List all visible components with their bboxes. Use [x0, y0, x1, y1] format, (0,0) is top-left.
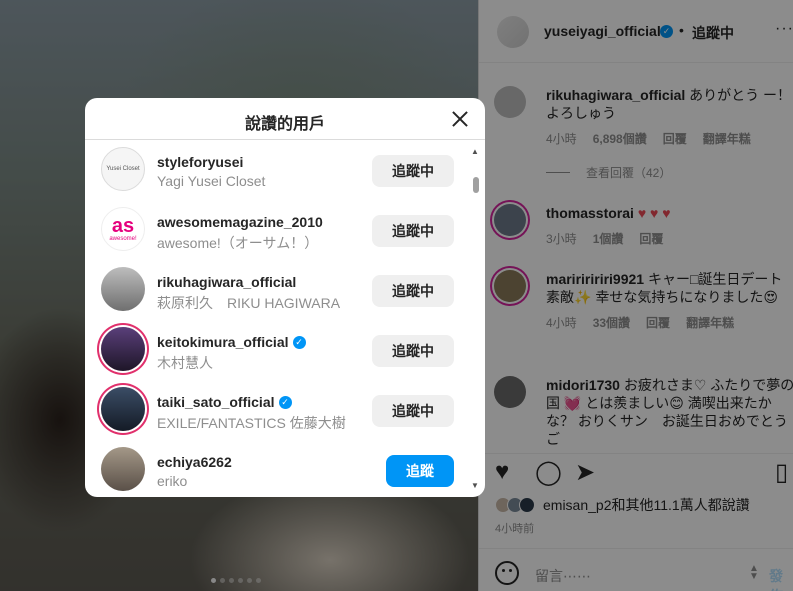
list-item: Yusei Closet styleforyusei Yagi Yusei Cl… — [85, 141, 470, 201]
user-avatar[interactable] — [101, 327, 145, 371]
following-button[interactable]: 追蹤中 — [372, 275, 454, 307]
user-username[interactable]: echiya6262 — [157, 454, 232, 470]
awesome-logo: as — [111, 214, 135, 237]
following-button[interactable]: 追蹤中 — [372, 155, 454, 187]
user-username[interactable]: rikuhagiwara_official — [157, 274, 296, 290]
user-avatar[interactable] — [101, 387, 145, 431]
user-fullname: awesome!（オーサム！） — [157, 235, 319, 251]
username-text: awesomemagazine_2010 — [157, 214, 323, 230]
user-avatar[interactable]: as awesome! — [101, 207, 145, 251]
user-fullname: EXILE/FANTASTICS 佐藤大樹 — [157, 415, 346, 431]
list-item: echiya6262 eriko 追蹤 — [85, 441, 470, 497]
follow-button[interactable]: 追蹤 — [386, 455, 454, 487]
scroll-down-icon[interactable]: ▼ — [471, 481, 479, 490]
likes-modal: 說讚的用戶 Yusei Closet styleforyusei Yagi Yu… — [85, 98, 485, 497]
following-button[interactable]: 追蹤中 — [372, 335, 454, 367]
username-text: styleforyusei — [157, 154, 244, 170]
user-avatar[interactable] — [101, 447, 145, 491]
list-item: taiki_sato_official ✓ EXILE/FANTASTICS 佐… — [85, 381, 470, 441]
user-fullname: eriko — [157, 473, 188, 489]
scroll-thumb[interactable] — [473, 177, 479, 193]
verified-badge-icon: ✓ — [292, 335, 306, 349]
username-text: taiki_sato_official — [157, 394, 275, 410]
user-fullname: 木村慧人 — [157, 355, 213, 371]
user-fullname: 萩原利久 RIKU HAGIWARA — [157, 295, 341, 311]
username-text: keitokimura_official — [157, 334, 289, 350]
closet-logo: Yusei Closet — [106, 166, 140, 172]
verified-badge-icon: ✓ — [278, 395, 292, 409]
liked-users-list: Yusei Closet styleforyusei Yagi Yusei Cl… — [85, 141, 485, 497]
following-button[interactable]: 追蹤中 — [372, 395, 454, 427]
following-button[interactable]: 追蹤中 — [372, 215, 454, 247]
user-username[interactable]: styleforyusei — [157, 154, 243, 170]
awesome-logo-sub: awesome! — [109, 235, 137, 242]
user-avatar[interactable]: Yusei Closet — [101, 147, 145, 191]
modal-scrollbar[interactable]: ▲ ▼ — [471, 147, 481, 490]
user-avatar[interactable] — [101, 267, 145, 311]
user-fullname: Yagi Yusei Closet — [157, 173, 266, 189]
list-item: rikuhagiwara_official 萩原利久 RIKU HAGIWARA… — [85, 261, 470, 321]
modal-title: 說讚的用戶 — [244, 116, 325, 133]
user-username[interactable]: taiki_sato_official ✓ — [157, 394, 292, 410]
username-text: echiya6262 — [157, 454, 232, 470]
scroll-up-icon[interactable]: ▲ — [471, 147, 479, 156]
close-icon[interactable] — [449, 108, 471, 130]
modal-header: 說讚的用戶 — [85, 98, 485, 140]
username-text: rikuhagiwara_official — [157, 274, 297, 290]
list-item: keitokimura_official ✓ 木村慧人 追蹤中 — [85, 321, 470, 381]
user-username[interactable]: keitokimura_official ✓ — [157, 334, 306, 350]
list-item: as awesome! awesomemagazine_2010 awesome… — [85, 201, 470, 261]
user-username[interactable]: awesomemagazine_2010 — [157, 214, 323, 230]
